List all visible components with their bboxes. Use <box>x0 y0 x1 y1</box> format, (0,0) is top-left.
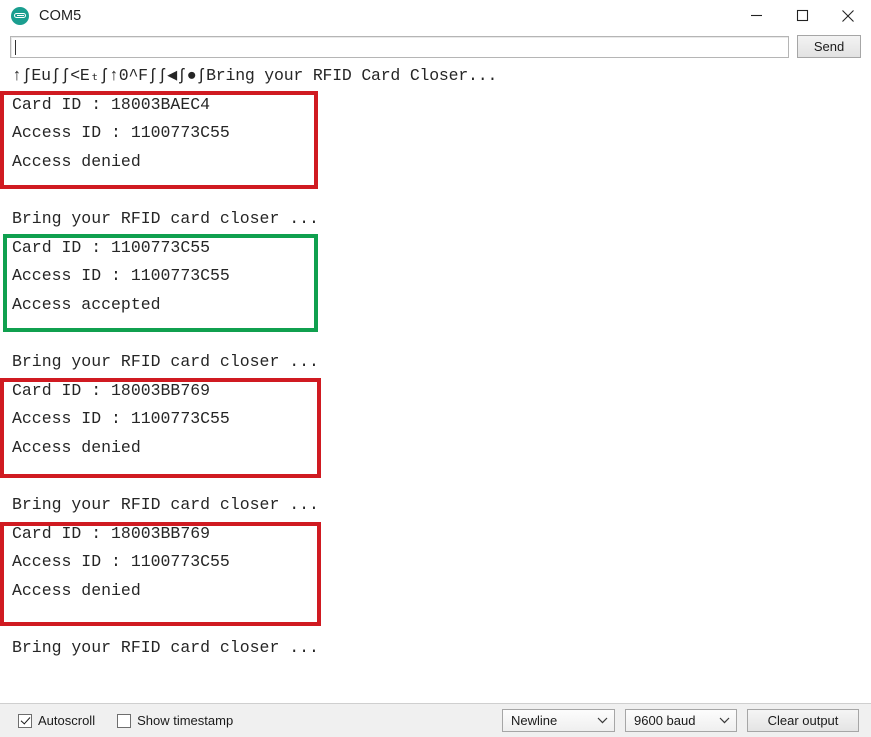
send-row: Send <box>0 31 871 62</box>
console-line: Bring your RFID card closer ... <box>12 351 319 371</box>
console-line: Bring your RFID card closer ... <box>12 637 319 657</box>
status-bar-controls: Newline 9600 baud Clear output <box>502 709 859 732</box>
window-controls <box>733 0 871 31</box>
close-icon[interactable] <box>825 0 871 31</box>
maximize-icon[interactable] <box>779 0 825 31</box>
title-bar: COM5 <box>0 0 871 31</box>
console-line: Access ID : 1100773C55 <box>12 552 230 572</box>
arduino-logo-icon <box>11 6 29 25</box>
line-ending-value: Newline <box>511 713 558 728</box>
show-timestamp-check-icon[interactable] <box>117 713 132 728</box>
serial-send-input[interactable] <box>10 35 789 58</box>
minimize-icon[interactable] <box>733 0 779 31</box>
console-line: Bring your RFID card closer ... <box>12 208 319 228</box>
console-line: Access ID : 1100773C55 <box>12 409 230 429</box>
show-timestamp-checkbox[interactable]: Show timestamp <box>117 713 233 728</box>
window-title: COM5 <box>39 7 82 24</box>
clear-output-button[interactable]: Clear output <box>747 709 859 732</box>
autoscroll-label: Autoscroll <box>38 713 96 728</box>
console-line: Card ID : 1100773C55 <box>12 237 211 257</box>
console-line: Access denied <box>12 151 141 171</box>
baud-rate-select[interactable]: 9600 baud <box>625 709 737 732</box>
console-line: Access denied <box>12 437 141 457</box>
send-button[interactable]: Send <box>797 35 861 58</box>
autoscroll-checkbox[interactable]: Autoscroll <box>18 713 95 728</box>
line-ending-select[interactable]: Newline <box>502 709 615 732</box>
console-line: Access denied <box>12 580 141 600</box>
console-line: Card ID : 18003BB769 <box>12 380 211 400</box>
console-line: Access ID : 1100773C55 <box>12 266 230 286</box>
console-line: ↑ʃEuʃʃ<Eₜʃ↑0^Fʃʃ◀ʃ●ʃBring your RFID Card… <box>12 66 498 85</box>
show-timestamp-label: Show timestamp <box>137 713 234 728</box>
text-caret <box>15 39 16 55</box>
status-bar: Autoscroll Show timestamp Newline 9600 b… <box>0 703 871 737</box>
console-line: Access ID : 1100773C55 <box>12 123 230 143</box>
console-line: Card ID : 18003BB769 <box>12 523 211 543</box>
chevron-down-icon <box>597 717 608 724</box>
autoscroll-check-icon[interactable] <box>18 713 32 728</box>
serial-monitor-output[interactable]: ↑ʃEuʃʃ<Eₜʃ↑0^Fʃʃ◀ʃ●ʃBring your RFID Card… <box>0 62 871 703</box>
baud-rate-value: 9600 baud <box>634 713 696 728</box>
console-line: Access accepted <box>12 294 161 314</box>
chevron-down-icon <box>719 717 730 724</box>
console-lines: ↑ʃEuʃʃ<Eₜʃ↑0^Fʃʃ◀ʃ●ʃBring your RFID Card… <box>0 62 871 662</box>
console-line: Card ID : 18003BAEC4 <box>12 94 211 114</box>
console-line: Bring your RFID card closer ... <box>12 494 319 514</box>
